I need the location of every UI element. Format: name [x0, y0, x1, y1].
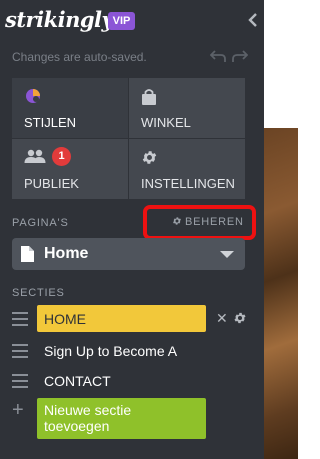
- store-tile[interactable]: WINKEL: [129, 78, 245, 138]
- redo-icon[interactable]: [232, 49, 248, 63]
- drag-handle-icon[interactable]: [12, 374, 28, 388]
- section-label: Sign Up to Become A: [44, 343, 178, 359]
- document-icon: [21, 246, 34, 262]
- plus-icon: +: [12, 399, 24, 421]
- audience-label: PUBLIEK: [24, 176, 79, 191]
- palette-icon: [26, 89, 40, 103]
- section-label: HOME: [44, 311, 86, 327]
- collapse-chevron-icon[interactable]: [246, 12, 260, 28]
- styles-label: STIJLEN: [24, 115, 77, 130]
- store-label: WINKEL: [141, 115, 191, 130]
- settings-tile[interactable]: INSTELLINGEN: [129, 139, 245, 199]
- section-item[interactable]: HOME ✕: [0, 305, 264, 333]
- pages-heading: PAGINA'S: [12, 217, 69, 229]
- drag-handle-icon[interactable]: [12, 344, 28, 358]
- shopping-bag-icon: [142, 89, 156, 105]
- section-settings-gear-icon[interactable]: [233, 311, 247, 325]
- section-item[interactable]: Sign Up to Become A: [0, 337, 264, 365]
- delete-section-icon[interactable]: ✕: [216, 310, 228, 327]
- undo-icon[interactable]: [210, 49, 226, 63]
- sections-heading: SECTIES: [12, 287, 65, 299]
- people-icon: [24, 149, 46, 163]
- add-section-button[interactable]: Nieuwe sectie toevoegen: [37, 398, 206, 439]
- site-preview-image: [264, 128, 298, 459]
- red-annotation-box: [143, 205, 256, 240]
- section-label: CONTACT: [44, 373, 111, 389]
- notification-badge: 1: [52, 147, 71, 166]
- dropdown-caret-icon: [220, 251, 234, 258]
- gear-icon: [142, 151, 157, 164]
- page-selector[interactable]: Home: [12, 238, 245, 270]
- selected-page: Home: [44, 245, 89, 262]
- autosave-status: Changes are auto-saved.: [12, 50, 147, 64]
- audience-tile[interactable]: 1 PUBLIEK: [12, 139, 128, 199]
- section-item[interactable]: CONTACT: [0, 367, 264, 395]
- strikingly-logo: strikingly: [5, 7, 114, 32]
- editor-sidebar: strikingly VIP Changes are auto-saved. S…: [0, 0, 264, 459]
- styles-tile[interactable]: STIJLEN: [12, 78, 128, 138]
- settings-label: INSTELLINGEN: [141, 176, 235, 191]
- drag-handle-icon[interactable]: [12, 312, 28, 326]
- vip-badge: VIP: [108, 12, 135, 30]
- add-section-label: Nieuwe sectie toevoegen: [44, 402, 132, 434]
